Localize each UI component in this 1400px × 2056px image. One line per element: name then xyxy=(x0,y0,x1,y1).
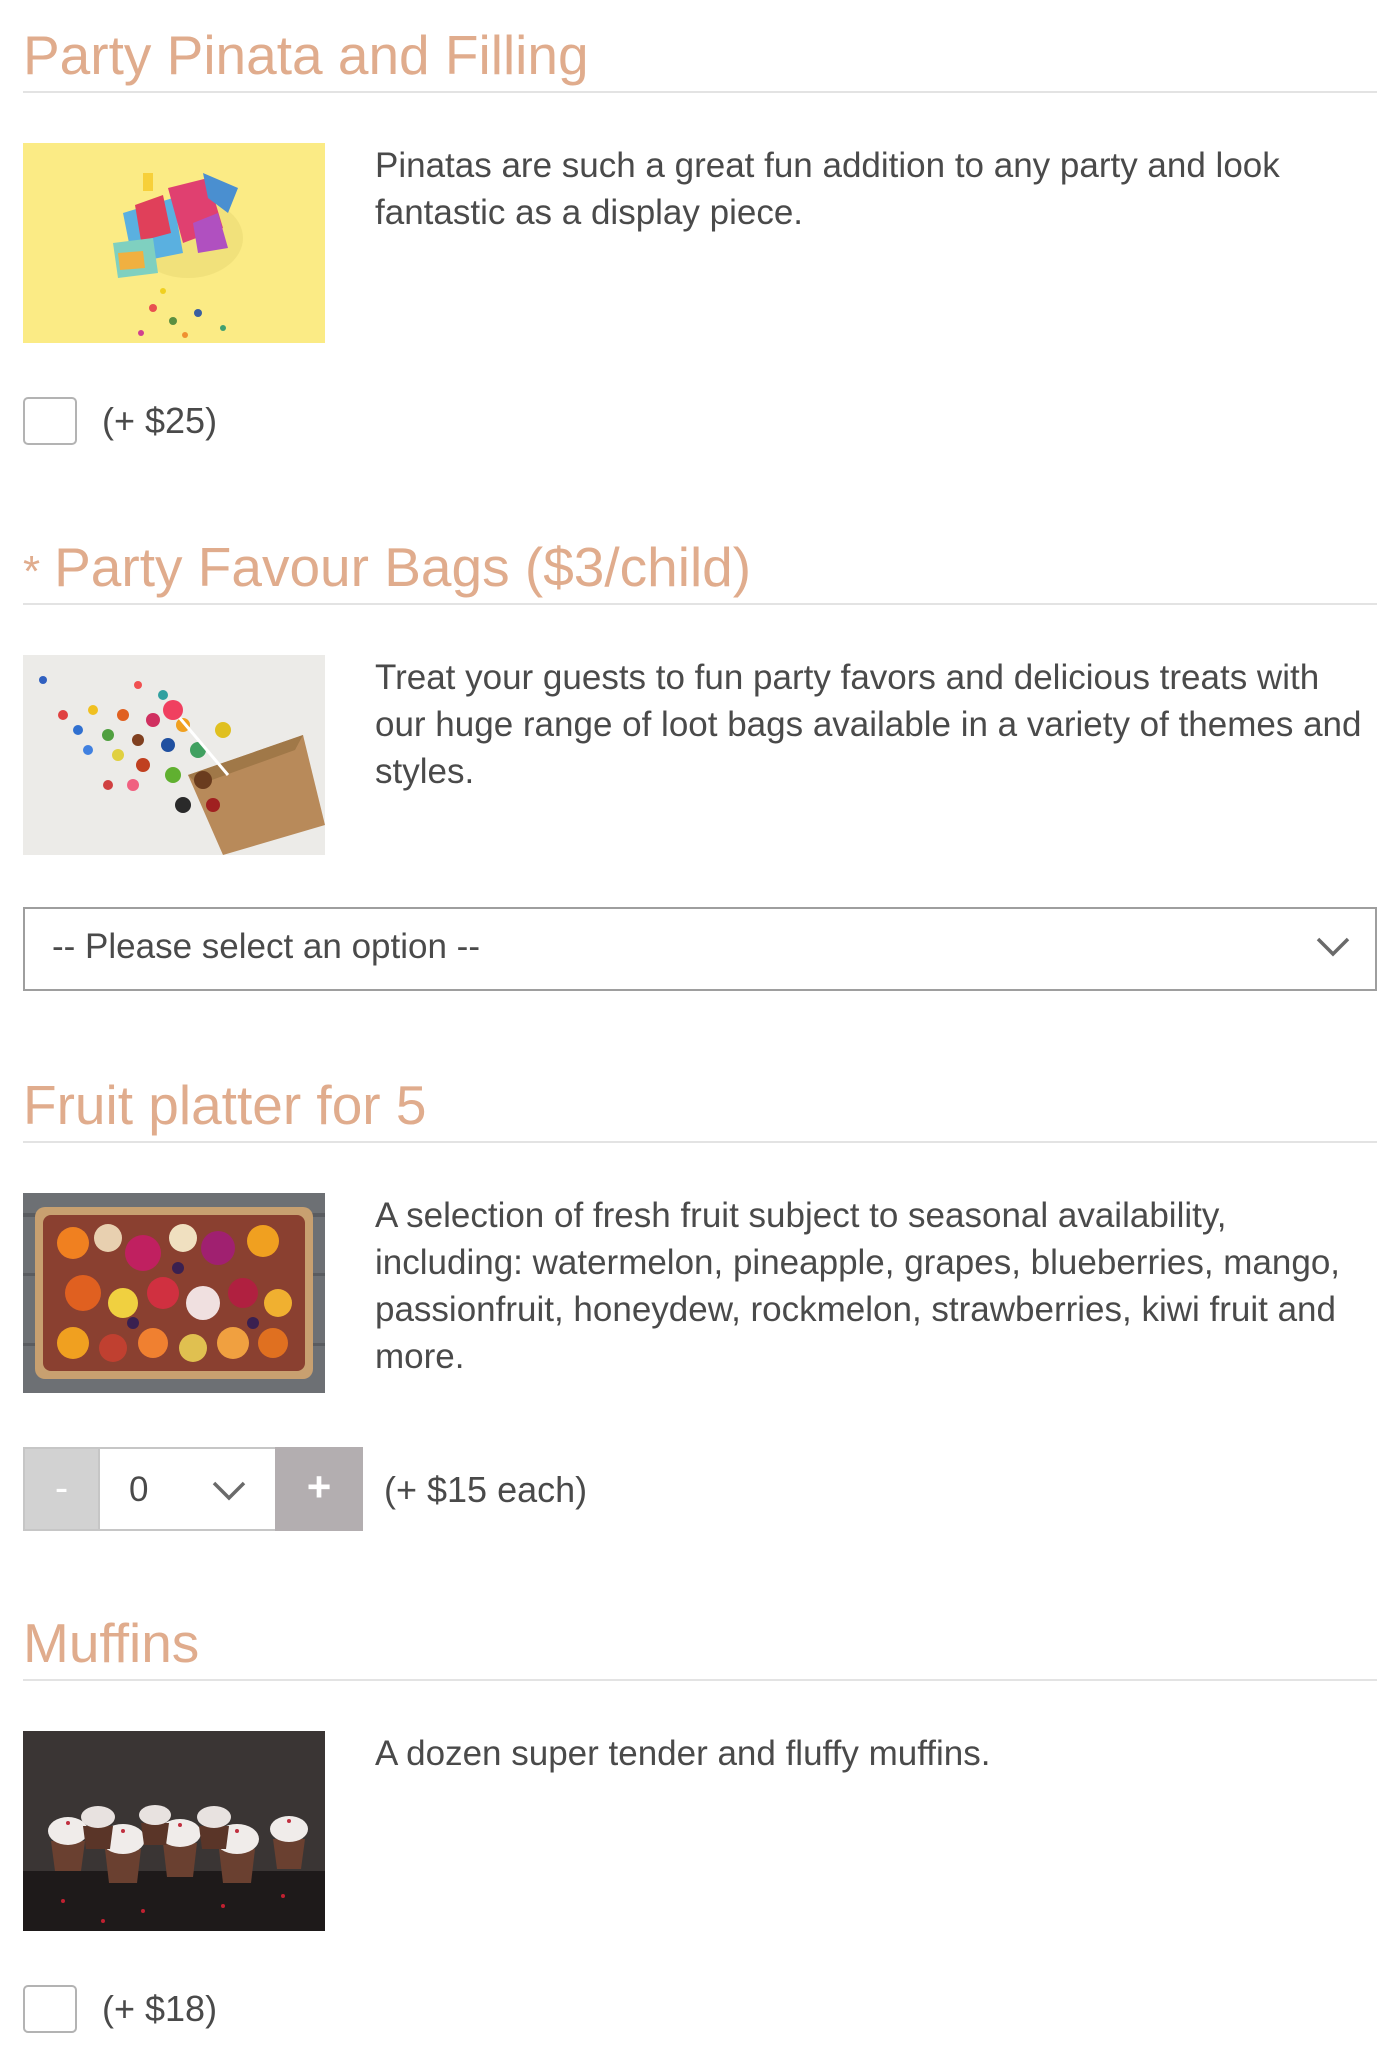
price-label: (+ $25) xyxy=(102,400,218,441)
divider xyxy=(23,91,1377,93)
pinata-image xyxy=(23,143,325,343)
price-label: (+ $15 each) xyxy=(384,1469,588,1510)
fruit-platter-image xyxy=(23,1193,325,1393)
section-title: Fruit platter for 5 xyxy=(23,1078,426,1133)
candy-bag-image xyxy=(23,655,325,855)
section-title-text: Fruit platter for 5 xyxy=(23,1074,427,1136)
decrement-button[interactable]: - xyxy=(23,1447,100,1531)
quantity-select[interactable]: 0 xyxy=(100,1447,275,1531)
section-description: A selection of fresh fruit subject to se… xyxy=(375,1196,1341,1376)
divider xyxy=(23,1679,1377,1681)
divider xyxy=(23,1141,1377,1143)
chevron-down-icon xyxy=(211,1479,247,1508)
divider xyxy=(23,603,1377,605)
section-title: * Party Favour Bags ($3/child) xyxy=(23,540,751,595)
section-description: A dozen super tender and fluffy muffins. xyxy=(375,1734,991,1773)
select-value: -- Please select an option -- xyxy=(52,927,480,966)
section-title: Muffins xyxy=(23,1616,199,1671)
required-asterisk: * xyxy=(23,547,41,596)
chevron-down-icon xyxy=(1315,935,1351,964)
fruit-platter-quantity-stepper: - 0 + xyxy=(23,1447,363,1531)
section-title: Party Pinata and Filling xyxy=(23,28,589,83)
section-description: Treat your guests to fun party favors an… xyxy=(375,658,1362,791)
section-description: Pinatas are such a great fun addition to… xyxy=(375,146,1280,232)
quantity-value: 0 xyxy=(129,1470,149,1509)
muffins-image xyxy=(23,1731,325,1931)
favour-bags-select[interactable]: -- Please select an option -- xyxy=(23,907,1377,991)
section-title-text: Party Pinata and Filling xyxy=(23,24,589,86)
increment-button[interactable]: + xyxy=(275,1447,363,1531)
section-title-text: Party Favour Bags ($3/child) xyxy=(54,536,752,598)
muffins-checkbox[interactable] xyxy=(23,1985,77,2033)
price-label: (+ $18) xyxy=(102,1988,218,2029)
section-title-text: Muffins xyxy=(23,1612,200,1674)
pinata-checkbox[interactable] xyxy=(23,397,77,445)
